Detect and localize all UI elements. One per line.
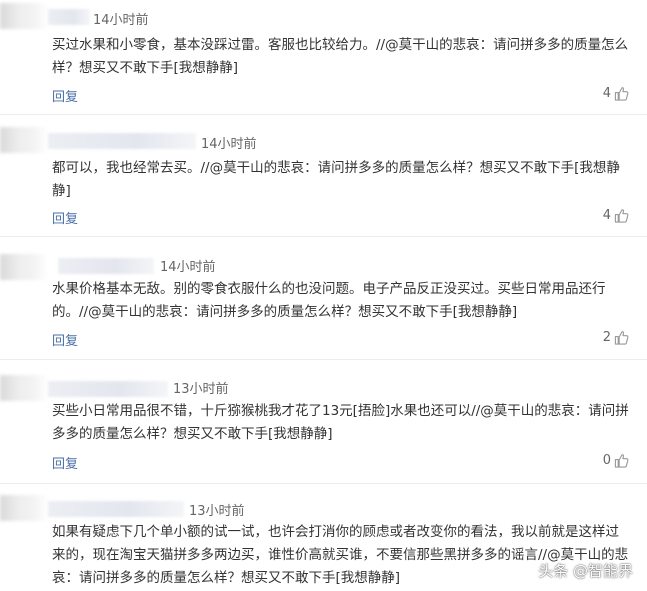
divider	[0, 483, 647, 484]
like-count: 4	[602, 208, 611, 223]
reply-link[interactable]: 回复	[52, 330, 78, 349]
like-count: 4	[602, 86, 611, 101]
comment-header: 14小时前	[0, 121, 647, 153]
comment-time: 14小时前	[201, 137, 257, 152]
comment-header: 14小时前	[0, 244, 647, 280]
avatar[interactable]	[0, 375, 48, 401]
like-button[interactable]: 4	[603, 86, 629, 101]
thumbs-up-icon	[614, 331, 629, 345]
divider	[0, 114, 647, 115]
username-redacted[interactable]	[48, 9, 90, 25]
like-count: 0	[602, 453, 611, 468]
avatar[interactable]	[0, 127, 48, 153]
like-count: 2	[602, 330, 611, 345]
comment-item: 14小时前 水果价格基本无敌。别的零食衣服什么的也没问题。电子产品反正没买过。买…	[0, 244, 647, 354]
comment-time: 13小时前	[173, 382, 229, 397]
avatar[interactable]	[0, 254, 48, 280]
divider	[0, 236, 647, 237]
comment-text: 都可以，我也经常去买。//@莫干山的悲哀：请问拼多多的质量怎么样？想买又不敢下手…	[52, 160, 620, 199]
comment-text: 买些小日常用品很不错，十斤猕猴桃我才花了13元[捂脸]水果也还可以//@莫干山的…	[52, 403, 629, 442]
watermark: 头条 @智能界	[538, 562, 633, 580]
like-button[interactable]: 4	[603, 208, 629, 223]
comment-item: 14小时前 买过水果和小零食，基本没踩过雷。客服也比较给力。//@莫干山的悲哀：…	[0, 0, 647, 110]
comment-item: 13小时前 买些小日常用品很不错，十斤猕猴桃我才花了13元[捂脸]水果也还可以/…	[0, 369, 647, 479]
username-redacted[interactable]	[48, 381, 168, 397]
comment-text: 买过水果和小零食，基本没踩过雷。客服也比较给力。//@莫干山的悲哀：请问拼多多的…	[52, 37, 629, 76]
thumbs-up-icon	[614, 454, 629, 468]
thumbs-up-icon	[614, 87, 629, 101]
comment-header: 13小时前	[0, 491, 647, 521]
like-button[interactable]: 2	[603, 330, 629, 345]
thumbs-up-icon	[614, 209, 629, 223]
reply-link[interactable]: 回复	[52, 453, 78, 472]
avatar[interactable]	[0, 495, 48, 521]
username-redacted[interactable]	[48, 133, 196, 149]
comment-time: 14小时前	[160, 260, 216, 275]
like-button[interactable]: 0	[603, 453, 629, 468]
avatar[interactable]	[0, 3, 48, 29]
reply-link[interactable]: 回复	[52, 208, 78, 227]
comment-text: 水果价格基本无敌。别的零食衣服什么的也没问题。电子产品反正没买过。买些日常用品还…	[52, 281, 606, 320]
comment-time: 13小时前	[189, 504, 245, 519]
username-redacted[interactable]	[48, 501, 184, 517]
comment-header: 13小时前	[0, 369, 647, 401]
comment-time: 14小时前	[93, 13, 149, 28]
reply-link[interactable]: 回复	[52, 86, 78, 105]
username-redacted[interactable]	[58, 258, 154, 274]
divider	[0, 359, 647, 360]
comment-header: 14小时前	[0, 0, 647, 29]
comment-item: 14小时前 都可以，我也经常去买。//@莫干山的悲哀：请问拼多多的质量怎么样？想…	[0, 121, 647, 231]
